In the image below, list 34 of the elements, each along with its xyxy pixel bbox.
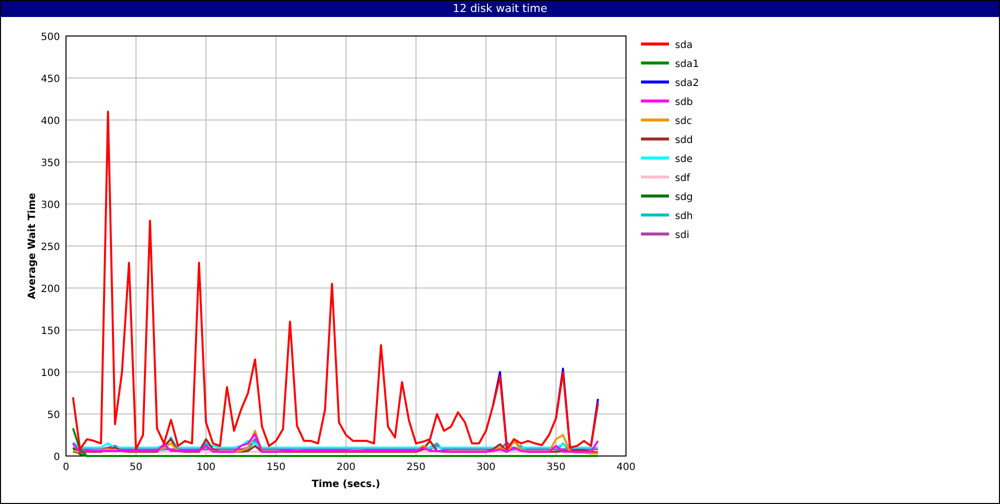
tick-label: 400: [616, 462, 636, 473]
legend-label: sdd: [675, 135, 693, 146]
axis-title: Time (secs.): [312, 479, 380, 490]
legend-label: sde: [675, 154, 693, 165]
tick-label: 450: [40, 74, 60, 85]
tick-label: 150: [40, 326, 60, 337]
tick-label: 300: [40, 200, 60, 211]
tick-label: 350: [546, 462, 566, 473]
tick-label: 250: [40, 242, 60, 253]
tick-label: 100: [40, 368, 60, 379]
legend-label: sda2: [675, 78, 700, 89]
legend-label: sdc: [675, 116, 692, 127]
legend-label: sda1: [675, 59, 700, 70]
legend-label: sdi: [675, 230, 690, 241]
tick-label: 50: [130, 462, 142, 473]
legend-label: sdh: [675, 211, 693, 222]
legend-label: sdg: [675, 192, 693, 203]
tick-label: 0: [62, 462, 70, 473]
tick-label: 300: [476, 462, 496, 473]
legend-label: sda: [675, 40, 693, 51]
legend-label: sdf: [675, 173, 690, 184]
tick-label: 250: [406, 462, 426, 473]
tick-label: 50: [47, 410, 60, 421]
axis-title: Average Wait Time: [27, 192, 38, 300]
tick-label: 500: [40, 32, 60, 43]
tick-label: 200: [40, 284, 60, 295]
tick-label: 0: [54, 452, 60, 463]
tick-label: 150: [266, 462, 286, 473]
tick-label: 200: [336, 462, 356, 473]
window-title: 12 disk wait time: [1, 1, 999, 17]
tick-label: 350: [40, 158, 60, 169]
tick-label: 100: [196, 462, 216, 473]
legend-label: sdb: [675, 97, 693, 108]
tick-label: 400: [40, 116, 60, 127]
